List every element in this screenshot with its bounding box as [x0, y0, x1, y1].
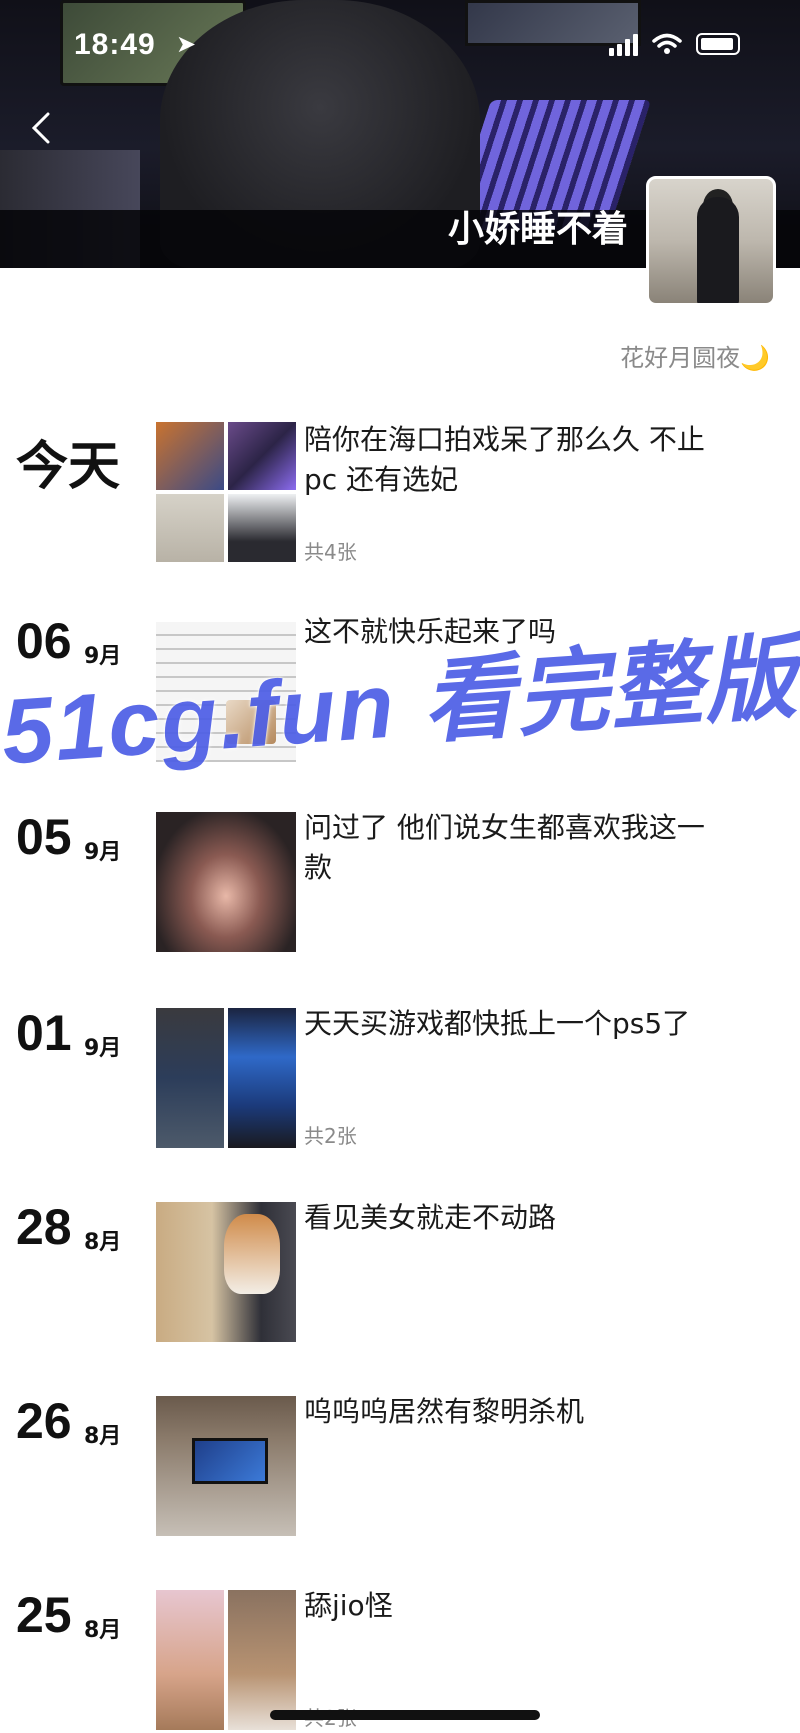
- status-time: 18:49: [74, 28, 156, 61]
- user-avatar[interactable]: [646, 176, 776, 306]
- dog-photo: [226, 700, 276, 744]
- moment-thumbnails[interactable]: [156, 622, 296, 762]
- avatar-figure: [697, 197, 739, 303]
- moment-day: 26: [16, 1393, 72, 1449]
- moment-thumbnails[interactable]: [156, 812, 296, 952]
- home-indicator[interactable]: [270, 1710, 540, 1720]
- moment-month: 8月: [84, 1230, 122, 1255]
- photo-thumb: [156, 422, 224, 490]
- moment-thumbnails[interactable]: [156, 422, 296, 562]
- photo-count: 共4张: [304, 540, 357, 564]
- moment-day: 25: [16, 1587, 72, 1643]
- moment-date-today: 今天: [16, 437, 121, 497]
- moment-caption: 天天买游戏都快抵上一个ps5了: [304, 1007, 691, 1040]
- moment-month: 9月: [84, 1036, 122, 1061]
- photo-thumb: [228, 422, 296, 490]
- user-signature: 花好月圆夜🌙: [620, 344, 770, 372]
- back-button[interactable]: [28, 110, 62, 150]
- status-indicators: [609, 32, 740, 56]
- moment-thumbnails[interactable]: [156, 1202, 296, 1342]
- moment-caption: 舔jio怪: [304, 1589, 393, 1622]
- dog-photo: [224, 1214, 280, 1294]
- moment-caption: 呜呜呜居然有黎明杀机: [304, 1395, 585, 1428]
- photo-thumb: [228, 1008, 296, 1148]
- moment-day: 28: [16, 1199, 72, 1255]
- moment-day: 01: [16, 1005, 72, 1061]
- photo-thumb: [156, 1008, 224, 1148]
- moment-month: 8月: [84, 1424, 122, 1449]
- location-arrow-icon: ➤: [176, 30, 197, 58]
- moment-caption: 这不就快乐起来了吗: [304, 615, 557, 648]
- battery-icon: [696, 33, 740, 55]
- moment-month: 9月: [84, 644, 122, 669]
- moment-thumbnails[interactable]: [156, 1396, 296, 1536]
- moment-month: 8月: [84, 1618, 122, 1643]
- moment-month: 9月: [84, 840, 122, 865]
- photo-thumb: [156, 812, 296, 952]
- moment-caption: 陪你在海口拍戏呆了那么久 不止pc 还有选妃: [304, 423, 705, 496]
- photo-thumb: [156, 1590, 224, 1730]
- chevron-left-icon: [31, 112, 50, 144]
- photo-count: 共2张: [304, 1124, 357, 1148]
- user-nickname: 小娇睡不着: [447, 209, 628, 250]
- moment-thumbnails[interactable]: [156, 1590, 296, 1730]
- cellular-signal-icon: [609, 32, 638, 56]
- moment-caption: 看见美女就走不动路: [304, 1201, 557, 1234]
- moment-day: 06: [16, 613, 72, 669]
- wifi-icon: [652, 33, 682, 54]
- photo-thumb: [228, 1590, 296, 1730]
- tv-photo: [192, 1438, 268, 1484]
- photo-thumb: [228, 494, 296, 562]
- moment-day: 05: [16, 809, 72, 865]
- moment-caption: 问过了 他们说女生都喜欢我这一款: [304, 811, 705, 884]
- photo-thumb: [156, 494, 224, 562]
- moment-thumbnails[interactable]: [156, 1008, 296, 1148]
